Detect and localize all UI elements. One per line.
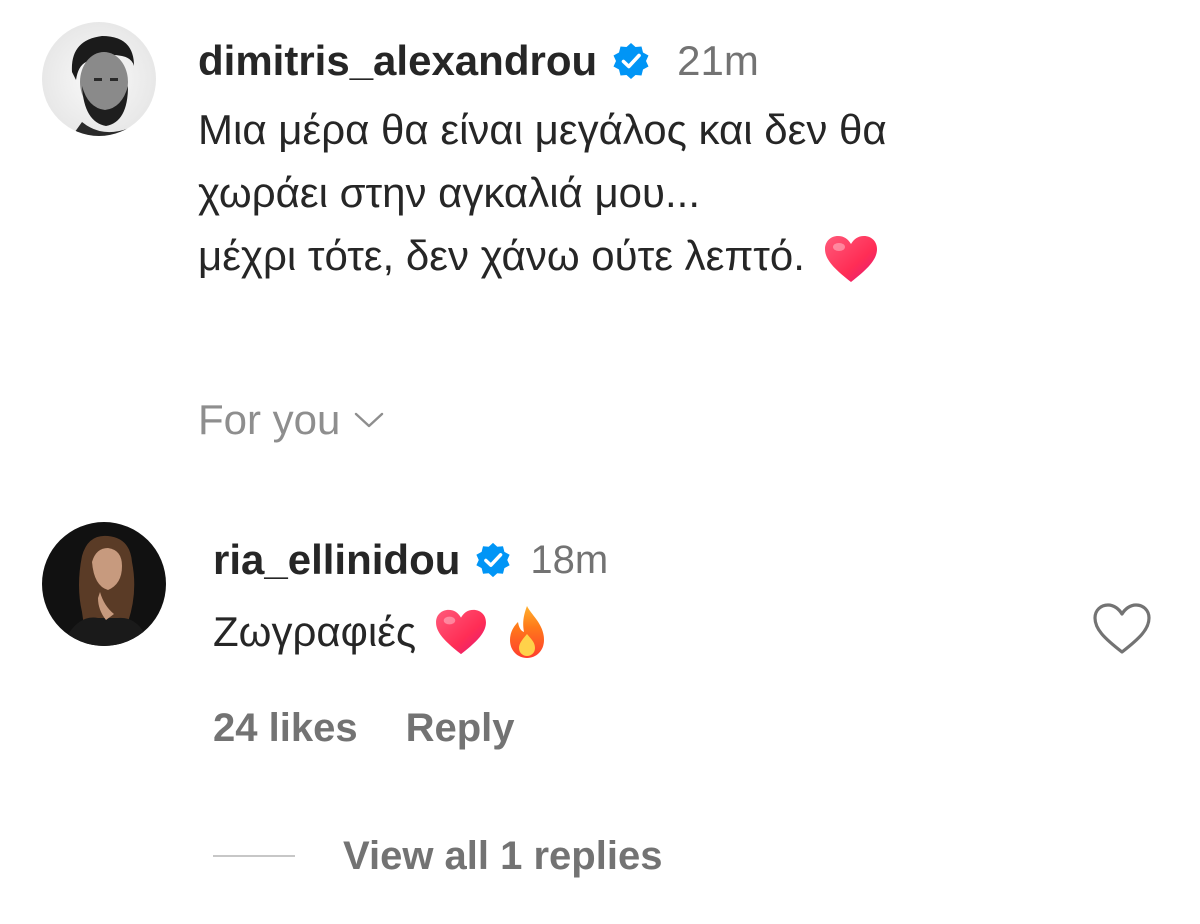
chevron-down-icon [354,410,384,430]
sort-label: For you [198,396,341,443]
sort-for-you-dropdown[interactable]: For you [198,392,384,448]
comment-body: Ζωγραφιές [213,602,548,662]
verified-badge-icon [474,541,512,579]
caption-line-2: χωράει στην αγκαλιά μου... [198,169,701,216]
view-replies-label: View all 1 replies [343,833,663,878]
post-header: dimitris_alexandrou 21m [198,30,759,92]
caption-line-3-wrap: μέχρι τότε, δεν χάνω ούτε λεπτό. [198,224,1158,287]
caption-line-1: Μια μέρα θα είναι μεγάλος και δεν θα [198,106,887,153]
view-replies-button[interactable]: View all 1 replies [213,828,662,884]
heart-emoji [823,234,879,284]
comment-username[interactable]: ria_ellinidou [213,536,460,584]
heart-emoji [434,608,488,656]
comment-text: Ζωγραφιές [213,608,417,655]
verified-badge-icon [611,41,651,81]
replies-divider [213,855,295,857]
post-timestamp: 21m [677,37,759,84]
comment-timestamp: 18m [530,537,609,582]
comment-header: ria_ellinidou 18m [213,532,608,588]
post-username[interactable]: dimitris_alexandrou [198,37,597,85]
fire-emoji [506,604,548,660]
like-heart-outline-icon[interactable] [1090,600,1154,658]
caption-line-3: μέχρι τότε, δεν χάνω ούτε λεπτό. [198,232,805,279]
comment-author-avatar[interactable] [42,522,166,646]
post-caption: Μια μέρα θα είναι μεγάλος και δεν θα χωρ… [198,98,1158,287]
likes-count[interactable]: 24 likes [213,706,358,751]
comment-actions: 24 likes Reply [213,700,515,756]
reply-button[interactable]: Reply [406,706,515,751]
post-author-avatar[interactable] [42,22,156,136]
